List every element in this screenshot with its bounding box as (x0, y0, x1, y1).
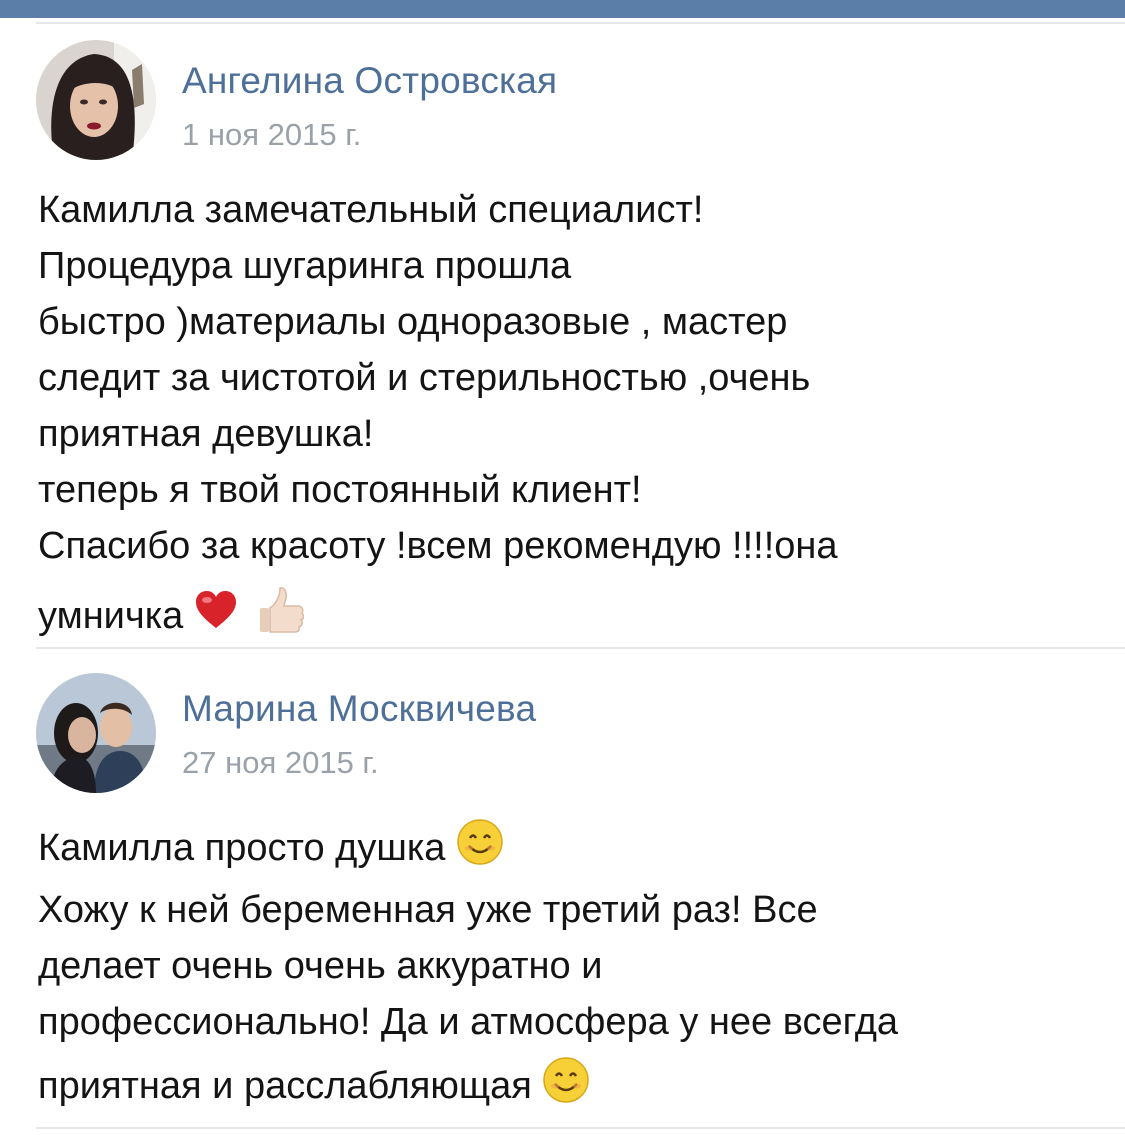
text-line: приятная и расслабляющая (38, 1065, 532, 1108)
text-line: теперь я твой постоянный клиент! (38, 469, 642, 511)
divider (36, 647, 1125, 649)
text-line: быстро )материалы одноразовые , мастер (38, 301, 788, 343)
review-text: Камилла замечательный специалист! Процед… (38, 182, 1098, 652)
text-line: Процедура шугаринга прошла (38, 245, 572, 287)
post-date[interactable]: 1 ноя 2015 г. (182, 117, 361, 153)
text-line: профессионально! Да и атмосфера у нее вс… (38, 1001, 899, 1043)
author-name[interactable]: Марина Москвичева (182, 688, 536, 730)
heart-icon (194, 590, 238, 646)
text-line: делает очень очень аккуратно и (38, 945, 603, 987)
text-line-with-emoji: умничка (38, 584, 1098, 652)
divider (36, 1127, 1125, 1129)
smile-icon (542, 1056, 590, 1120)
divider (36, 22, 1125, 24)
text-line-with-emoji: Камилла просто душка (38, 818, 1098, 882)
text-line: Хожу к ней беременная уже третий раз! Вс… (38, 889, 818, 931)
avatar[interactable] (36, 40, 156, 160)
text-line-with-emoji: приятная и расслабляющая (38, 1056, 1098, 1120)
text-line: Камилла замечательный специалист! (38, 189, 704, 231)
text-line: следит за чистотой и стерильностью ,очен… (38, 357, 811, 399)
smile-icon (456, 818, 504, 882)
avatar[interactable] (36, 673, 156, 793)
post-date[interactable]: 27 ноя 2015 г. (182, 745, 379, 781)
review-text: Камилла просто душка Хожу к ней беременн… (38, 818, 1098, 1120)
text-line: умничка (38, 595, 184, 638)
header-bar (0, 0, 1125, 18)
text-line: приятная девушка! (38, 413, 374, 455)
text-line: Спасибо за красоту !всем рекомендую !!!!… (38, 525, 838, 567)
thumbs-up-icon (254, 584, 306, 652)
author-name[interactable]: Ангелина Островская (182, 60, 557, 102)
text-line: Камилла просто душка (38, 827, 446, 870)
